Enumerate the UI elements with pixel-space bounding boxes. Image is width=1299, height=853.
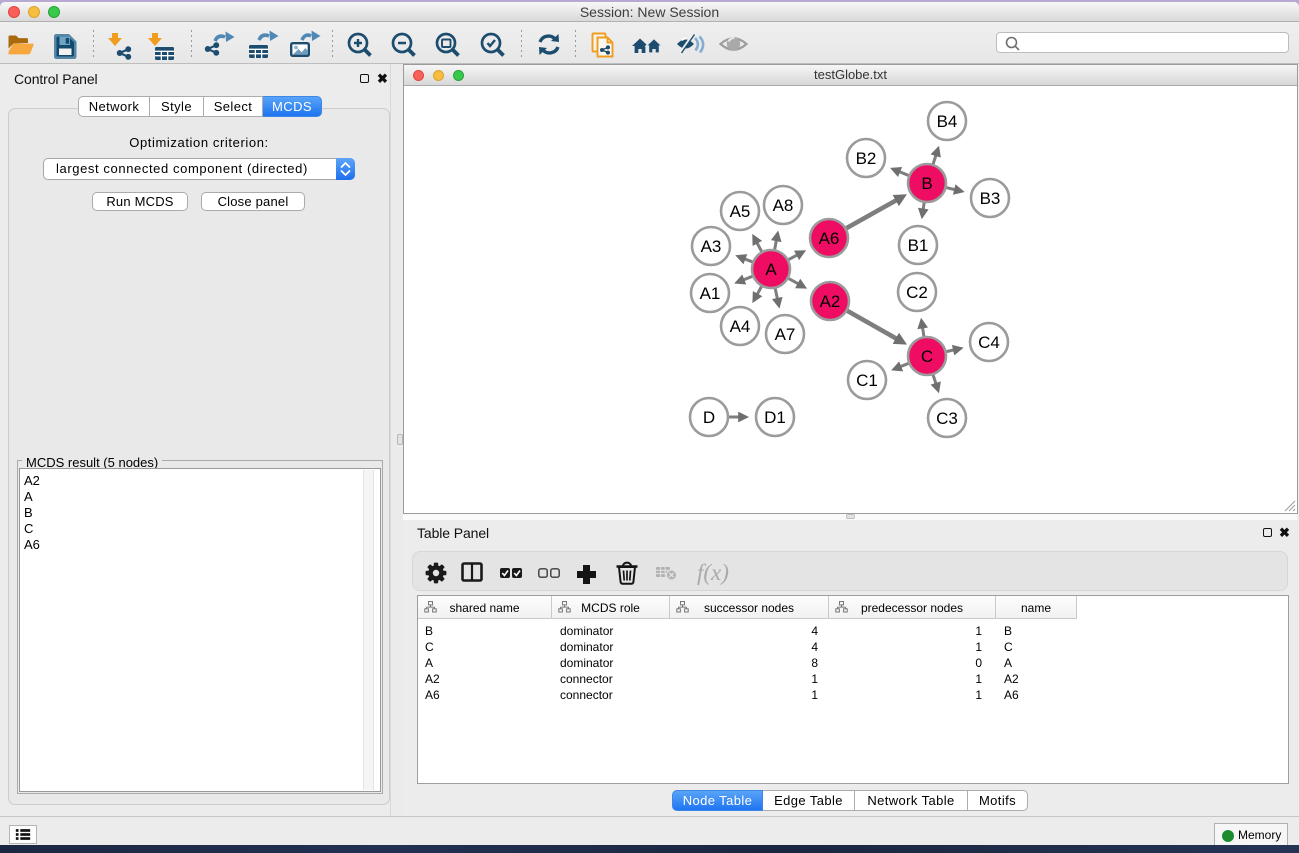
svg-text:A2: A2 [820, 292, 841, 311]
svg-text:C: C [921, 347, 933, 366]
svg-text:A: A [765, 260, 777, 279]
svg-text:B2: B2 [856, 149, 877, 168]
svg-text:A6: A6 [819, 229, 840, 248]
svg-text:A7: A7 [775, 325, 796, 344]
svg-text:A8: A8 [773, 196, 794, 215]
svg-text:A5: A5 [730, 202, 751, 221]
svg-text:C1: C1 [856, 371, 878, 390]
svg-text:C3: C3 [936, 409, 958, 428]
svg-text:B1: B1 [908, 236, 929, 255]
svg-text:A1: A1 [700, 284, 721, 303]
svg-text:B4: B4 [937, 112, 958, 131]
svg-text:D1: D1 [764, 408, 786, 427]
svg-text:D: D [703, 408, 715, 427]
svg-text:B3: B3 [980, 189, 1001, 208]
svg-text:A4: A4 [730, 317, 751, 336]
svg-text:B: B [921, 174, 932, 193]
svg-text:f(x): f(x) [697, 560, 729, 585]
svg-text:C4: C4 [978, 333, 1000, 352]
svg-text:A3: A3 [701, 237, 722, 256]
svg-text:C2: C2 [906, 283, 928, 302]
